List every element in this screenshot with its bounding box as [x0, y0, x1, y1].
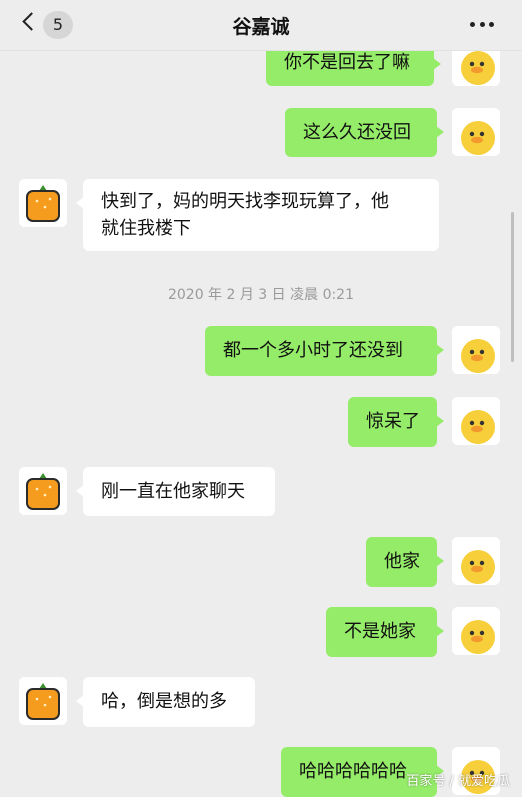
self-avatar[interactable] [452, 537, 500, 585]
more-options-icon[interactable] [470, 22, 494, 28]
message-text: 你不是回去了嘛 [284, 52, 410, 73]
message-text: 刚一直在他家聊天 [101, 481, 245, 502]
scrollbar[interactable] [511, 212, 514, 362]
chat-header: 5 谷嘉诚 [0, 0, 522, 51]
self-avatar[interactable] [452, 326, 500, 374]
message-text: 不是她家 [344, 621, 416, 642]
self-avatar[interactable] [452, 607, 500, 655]
chat-title: 谷嘉诚 [232, 16, 290, 38]
chat-timestamp: 2020 年 2 月 3 日 凌晨 0:21 [167, 287, 355, 303]
message-bubble-outgoing[interactable]: 不是她家 [326, 607, 444, 657]
self-avatar[interactable] [452, 108, 500, 156]
message-bubble-outgoing[interactable]: 都一个多小时了还没到 [205, 326, 444, 376]
message-bubble-outgoing[interactable]: 他家 [366, 537, 444, 587]
message-text: 都一个多小时了还没到 [223, 340, 403, 361]
message-text: 哈哈哈哈哈哈 [299, 761, 407, 782]
message-bubble-incoming[interactable]: 刚一直在他家聊天 [76, 467, 275, 516]
message-bubble-outgoing[interactable]: 惊呆了 [348, 397, 444, 447]
message-bubble-incoming[interactable]: 快到了，妈的明天找李现玩算了，他 就住我楼下 [76, 179, 439, 251]
contact-avatar[interactable] [19, 179, 67, 227]
message-bubble-incoming[interactable]: 哈，倒是想的多 [76, 677, 255, 727]
message-text: 就住我楼下 [101, 218, 191, 239]
message-text: 这么久还没回 [303, 122, 411, 143]
contact-avatar[interactable] [19, 467, 67, 515]
message-text: 哈，倒是想的多 [101, 691, 227, 712]
message-bubble-outgoing[interactable]: 这么久还没回 [285, 108, 444, 157]
contact-avatar[interactable] [19, 677, 67, 725]
message-text: 快到了，妈的明天找李现玩算了，他 [101, 191, 389, 212]
message-text: 他家 [384, 551, 420, 572]
self-avatar[interactable] [452, 397, 500, 445]
watermark: 百家号 / 就爱吃瓜 [406, 774, 510, 789]
message-text: 惊呆了 [366, 411, 420, 432]
